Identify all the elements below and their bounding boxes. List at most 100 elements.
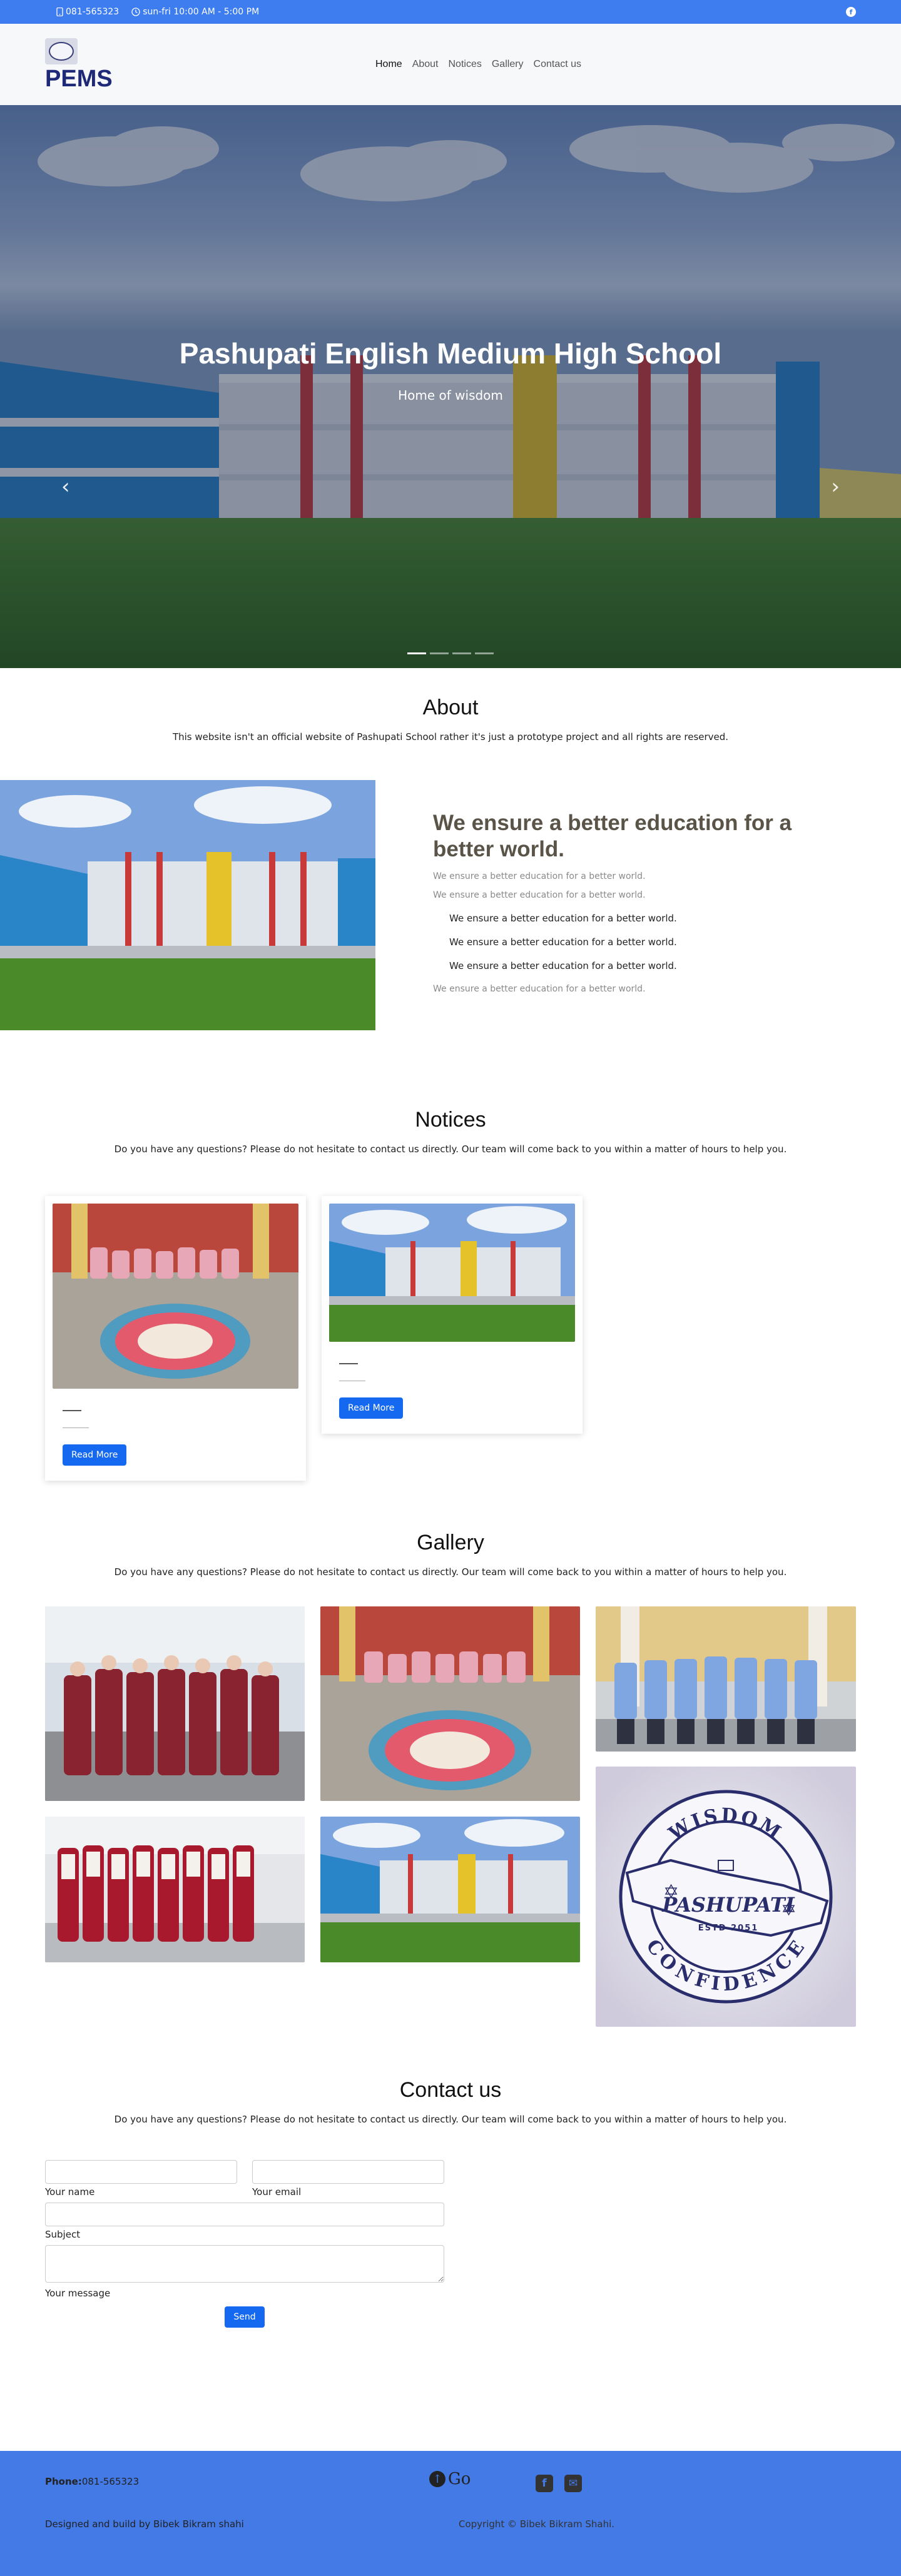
carousel-indicator[interactable] bbox=[430, 652, 449, 654]
carousel-indicator[interactable] bbox=[407, 652, 426, 654]
list-item: We ensure a better education for a bette… bbox=[449, 936, 677, 948]
about-heading: We ensure a better education for a bette… bbox=[433, 811, 792, 861]
about-muted-text: We ensure a better education for a bette… bbox=[433, 984, 646, 994]
about-muted-text: We ensure a better education for a bette… bbox=[433, 890, 646, 900]
gallery-section: Gallery Do you have any questions? Pleas… bbox=[0, 1481, 901, 2038]
gallery-image[interactable] bbox=[320, 1606, 580, 1801]
notices-title: Notices bbox=[415, 1108, 486, 1132]
gallery-logo-image[interactable]: WISDOM CONFIDENCE PASHUPATI ESTD 2051 ✡ … bbox=[596, 1767, 856, 2027]
hours-info: sun-fri 10:00 AM - 5:00 PM bbox=[131, 7, 259, 17]
footer-credit: Designed and build by Bibek Bikram shahi bbox=[45, 2518, 244, 2530]
site-header: PEMS Home About Notices Gallery Contact … bbox=[0, 24, 901, 105]
facebook-icon[interactable]: f bbox=[846, 7, 856, 17]
gallery-image[interactable] bbox=[596, 1606, 856, 1752]
notice-line-placeholder bbox=[63, 1427, 89, 1428]
nav-gallery[interactable]: Gallery bbox=[492, 59, 524, 70]
nav-about[interactable]: About bbox=[412, 59, 439, 70]
email-field-group: Your email bbox=[252, 2160, 444, 2198]
name-input[interactable] bbox=[45, 2160, 237, 2184]
message-field-group: Your message bbox=[45, 2245, 444, 2299]
svg-text:✡: ✡ bbox=[781, 1899, 797, 1920]
brand-name: PEMS bbox=[45, 66, 113, 92]
hero-subtitle: Home of wisdom bbox=[398, 388, 503, 403]
svg-text:✡: ✡ bbox=[663, 1881, 679, 1903]
list-item: We ensure a better education for a bette… bbox=[449, 960, 677, 971]
contact-subtitle: Do you have any questions? Please do not… bbox=[114, 2114, 787, 2125]
email-label: Your email bbox=[252, 2186, 302, 2198]
about-title: About bbox=[422, 696, 479, 719]
footer-phone-number: 081-565323 bbox=[81, 2476, 140, 2487]
list-item: We ensure a better education for a bette… bbox=[449, 913, 677, 924]
notice-card: Read More bbox=[322, 1196, 583, 1434]
nav-home[interactable]: Home bbox=[375, 59, 402, 70]
gallery-grid: WISDOM CONFIDENCE PASHUPATI ESTD 2051 ✡ … bbox=[0, 1606, 901, 2038]
subject-input[interactable] bbox=[45, 2203, 444, 2226]
go-label: Go bbox=[448, 2470, 471, 2488]
contact-title: Contact us bbox=[399, 2078, 502, 2102]
notice-title-placeholder bbox=[339, 1363, 358, 1364]
notice-title-placeholder bbox=[63, 1410, 81, 1411]
gallery-subtitle: Do you have any questions? Please do not… bbox=[114, 1566, 787, 1578]
about-muted-text: We ensure a better education for a bette… bbox=[433, 871, 646, 881]
top-bar: 081-565323 sun-fri 10:00 AM - 5:00 PM f bbox=[0, 0, 901, 24]
site-footer: Phone:081-565323 Designed and build by B… bbox=[0, 2451, 901, 2576]
logo-text-mid: PASHUPATI bbox=[661, 1893, 795, 1917]
footer-copyright: Copyright © Bibek Bikram Shahi. bbox=[459, 2518, 615, 2530]
name-label: Your name bbox=[45, 2186, 95, 2198]
contact-section: Contact us Do you have any questions? Pl… bbox=[0, 2038, 901, 2328]
name-field-group: Your name bbox=[45, 2160, 237, 2198]
phone-text: 081-565323 bbox=[66, 7, 120, 17]
gallery-image[interactable] bbox=[320, 1817, 580, 1962]
hero-carousel: Pashupati English Medium High School Hom… bbox=[0, 105, 901, 668]
main-nav: Home About Notices Gallery Contact us bbox=[375, 59, 581, 70]
carousel-indicators bbox=[407, 652, 494, 654]
arrow-up-circle-icon: ↑ bbox=[429, 2471, 445, 2487]
phone-icon bbox=[56, 8, 63, 16]
about-row: We ensure a better education for a bette… bbox=[0, 780, 901, 1030]
contact-info: 081-565323 sun-fri 10:00 AM - 5:00 PM bbox=[56, 7, 259, 17]
go-top-link[interactable]: ↑ Go bbox=[429, 2470, 471, 2488]
subject-label: Subject bbox=[45, 2229, 81, 2240]
chevron-right-icon[interactable]: › bbox=[831, 474, 840, 499]
read-more-button[interactable]: Read More bbox=[339, 1397, 404, 1419]
clock-icon bbox=[131, 8, 140, 16]
notices-section: Notices Do you have any questions? Pleas… bbox=[0, 1030, 901, 1481]
hours-text: sun-fri 10:00 AM - 5:00 PM bbox=[143, 7, 260, 17]
about-subtitle: This website isn't an official website o… bbox=[172, 731, 729, 743]
notice-image bbox=[53, 1204, 298, 1389]
footer-social-icons: f ✉ bbox=[536, 2475, 582, 2492]
gallery-image[interactable] bbox=[45, 1817, 305, 1962]
send-button[interactable]: Send bbox=[225, 2306, 265, 2328]
logo-text-est: ESTD 2051 bbox=[698, 1924, 759, 1933]
about-section: About This website isn't an official web… bbox=[0, 668, 901, 1030]
about-list: We ensure a better education for a bette… bbox=[449, 913, 901, 971]
about-image bbox=[0, 780, 375, 1030]
email-input[interactable] bbox=[252, 2160, 444, 2184]
facebook-square-icon[interactable]: f bbox=[536, 2475, 553, 2492]
subject-field-group: Subject bbox=[45, 2203, 444, 2240]
message-label: Your message bbox=[45, 2288, 111, 2299]
carousel-indicator[interactable] bbox=[452, 652, 471, 654]
footer-phone: Phone:081-565323 bbox=[45, 2476, 139, 2487]
carousel-indicator[interactable] bbox=[475, 652, 494, 654]
send-row: Send bbox=[45, 2306, 444, 2328]
footer-phone-label: Phone: bbox=[45, 2476, 82, 2487]
notice-cards: Read More Read More bbox=[0, 1196, 901, 1481]
about-text: We ensure a better education for a bette… bbox=[375, 780, 901, 1030]
envelope-square-icon[interactable]: ✉ bbox=[564, 2475, 582, 2492]
chevron-left-icon[interactable]: ‹ bbox=[61, 474, 70, 499]
notice-image bbox=[329, 1204, 575, 1342]
nav-notices[interactable]: Notices bbox=[449, 59, 482, 70]
brand[interactable]: PEMS bbox=[45, 38, 113, 91]
message-textarea[interactable] bbox=[45, 2245, 444, 2283]
gallery-image[interactable] bbox=[45, 1606, 305, 1801]
gallery-title: Gallery bbox=[417, 1531, 484, 1554]
phone-info: 081-565323 bbox=[56, 7, 119, 17]
read-more-button[interactable]: Read More bbox=[63, 1444, 127, 1466]
school-logo bbox=[45, 38, 78, 64]
form-row: Your name Your email bbox=[45, 2160, 444, 2198]
contact-form: Your name Your email Subject Your messag… bbox=[0, 2160, 444, 2328]
hero-caption: Pashupati English Medium High School Hom… bbox=[0, 337, 901, 403]
hero-title: Pashupati English Medium High School bbox=[179, 337, 722, 370]
nav-contact[interactable]: Contact us bbox=[534, 59, 581, 70]
